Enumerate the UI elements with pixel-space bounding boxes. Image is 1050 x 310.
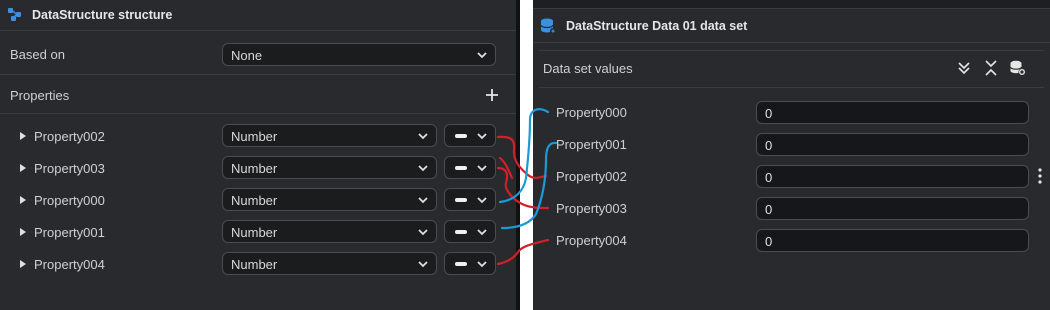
property-mode-select[interactable]	[444, 220, 496, 243]
property-mode-select[interactable]	[444, 124, 496, 147]
property-type-select[interactable]: Number	[222, 156, 437, 179]
property-type-value: Number	[231, 161, 278, 176]
property-name: Property004	[34, 257, 105, 272]
database-icon	[540, 18, 556, 34]
dash-icon	[455, 134, 467, 138]
property-value-input[interactable]: 0	[756, 165, 1029, 188]
property-value-input[interactable]: 0	[756, 229, 1029, 252]
property-name: Property002	[556, 169, 627, 184]
property-type-select[interactable]: Number	[222, 220, 437, 243]
property-value: 0	[765, 138, 773, 153]
expand-caret-icon[interactable]	[20, 196, 26, 204]
property-type-value: Number	[231, 129, 278, 144]
separator	[0, 74, 516, 75]
property-name: Property002	[34, 129, 105, 144]
property-name: Property004	[556, 233, 627, 248]
data-set-values-bar: Data set values	[539, 50, 1044, 88]
property-mode-select[interactable]	[444, 252, 496, 275]
plus-icon[interactable]	[484, 87, 500, 103]
based-on-select[interactable]: None	[222, 43, 496, 66]
based-on-label: Based on	[10, 47, 65, 62]
data-set-panel-title: DataStructure Data 01 data set	[566, 19, 748, 33]
property-name: Property003	[556, 201, 627, 216]
top-strip	[533, 0, 1050, 9]
chevron-down-icon	[477, 165, 487, 172]
collapse-all-icon[interactable]	[982, 59, 1000, 77]
property-value: 0	[765, 234, 773, 249]
property-name: Property000	[556, 105, 627, 120]
chevron-down-icon	[418, 197, 428, 204]
structure-panel-header: DataStructure structure	[0, 0, 516, 31]
structure-icon	[8, 8, 21, 21]
property-value: 0	[765, 106, 773, 121]
property-value-input[interactable]: 0	[756, 101, 1029, 124]
separator	[0, 113, 516, 114]
property-type-select[interactable]: Number	[222, 252, 437, 275]
more-options-icon[interactable]	[1036, 167, 1044, 185]
property-type-value: Number	[231, 225, 278, 240]
chevron-down-icon	[477, 52, 487, 59]
data-set-panel-header: DataStructure Data 01 data set	[533, 10, 1050, 43]
property-value: 0	[765, 170, 773, 185]
structure-panel-title: DataStructure structure	[32, 8, 173, 22]
property-type-select[interactable]: Number	[222, 124, 437, 147]
chevron-down-icon	[418, 229, 428, 236]
dash-icon	[455, 198, 467, 202]
property-value-input[interactable]: 0	[756, 133, 1029, 156]
dash-icon	[455, 230, 467, 234]
properties-label: Properties	[10, 88, 70, 103]
property-name: Property003	[34, 161, 105, 176]
property-value-input[interactable]: 0	[756, 197, 1029, 220]
expand-caret-icon[interactable]	[20, 228, 26, 236]
expand-caret-icon[interactable]	[20, 164, 26, 172]
dash-icon	[455, 166, 467, 170]
property-name: Property001	[34, 225, 105, 240]
property-mode-select[interactable]	[444, 156, 496, 179]
panel-divider[interactable]	[516, 0, 520, 310]
property-name: Property000	[34, 193, 105, 208]
property-value: 0	[765, 202, 773, 217]
data-set-panel: DataStructure Data 01 data set Data set …	[533, 0, 1050, 310]
chevron-down-icon	[477, 133, 487, 140]
dash-icon	[455, 262, 467, 266]
structure-panel: DataStructure structure Based on None Pr…	[0, 0, 516, 310]
chevron-down-icon	[418, 165, 428, 172]
property-name: Property001	[556, 137, 627, 152]
chevron-down-icon	[477, 229, 487, 236]
chevron-down-icon	[418, 133, 428, 140]
chevron-down-icon	[477, 261, 487, 268]
based-on-value: None	[231, 48, 263, 63]
expand-all-icon[interactable]	[955, 59, 973, 77]
chevron-down-icon	[477, 197, 487, 204]
property-mode-select[interactable]	[444, 188, 496, 211]
data-set-values-label: Data set values	[543, 61, 633, 76]
expand-caret-icon[interactable]	[20, 132, 26, 140]
property-type-select[interactable]: Number	[222, 188, 437, 211]
expand-caret-icon[interactable]	[20, 260, 26, 268]
chevron-down-icon	[418, 261, 428, 268]
property-type-value: Number	[231, 193, 278, 208]
property-type-value: Number	[231, 257, 278, 272]
database-settings-icon[interactable]	[1009, 59, 1027, 77]
